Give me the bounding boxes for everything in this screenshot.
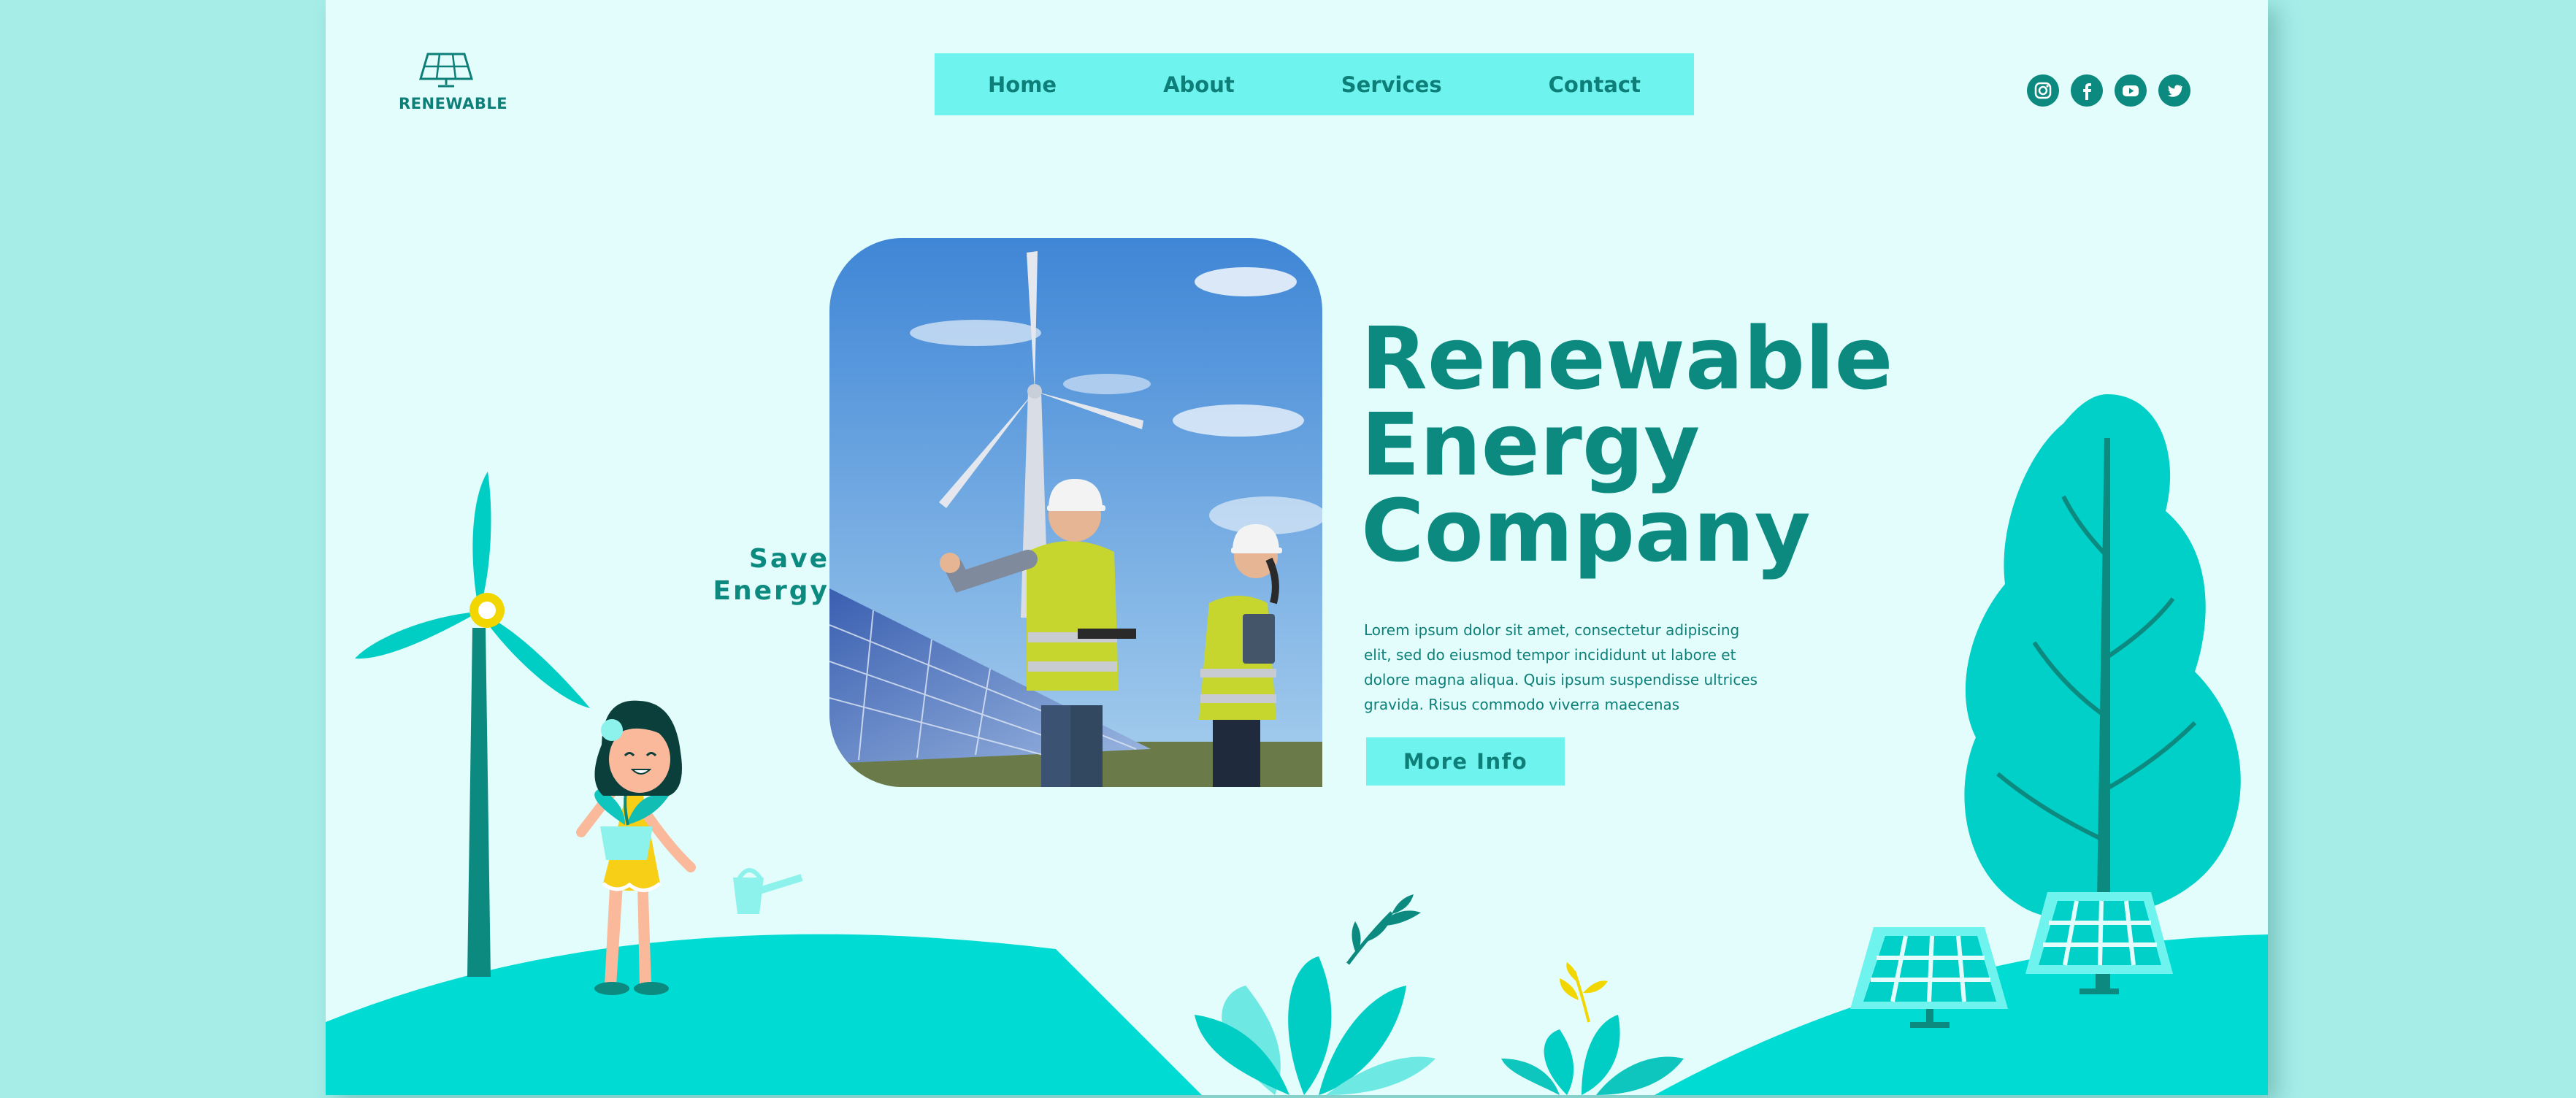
- landing-page: RENEWABLE Home About Services Contact Sa…: [326, 0, 2268, 1095]
- left-hill: [326, 934, 1202, 1095]
- nav-services[interactable]: Services: [1341, 72, 1442, 97]
- main-nav: Home About Services Contact: [935, 53, 1694, 115]
- social-links: [2027, 74, 2190, 107]
- title-line-1: Renewable: [1361, 308, 1893, 409]
- plant-leaves-illustration: [1195, 894, 1684, 1095]
- twitter-icon[interactable]: [2158, 74, 2190, 107]
- hero-description: Lorem ipsum dolor sit amet, consectetur …: [1364, 621, 1758, 713]
- nav-about[interactable]: About: [1163, 72, 1235, 97]
- workers-wind-farm-photo: [829, 238, 1322, 787]
- right-hill: [1655, 934, 2268, 1095]
- solar-panel-illustration-2: [2025, 892, 2173, 994]
- brand-logo[interactable]: RENEWABLE: [399, 53, 508, 112]
- tree-illustration: [1964, 394, 2241, 993]
- wind-turbine-illustration: [355, 472, 590, 977]
- youtube-icon[interactable]: [2115, 74, 2147, 107]
- girl-illustration: [576, 700, 803, 995]
- brand-name: RENEWABLE: [399, 95, 508, 112]
- title-line-2: Energy: [1361, 394, 1701, 495]
- tagline-line-2: Energy: [713, 576, 829, 606]
- hero-image: [829, 238, 1322, 787]
- page-title: Renewable Energy Company: [1361, 315, 1893, 574]
- nav-home[interactable]: Home: [988, 72, 1057, 97]
- nav-contact[interactable]: Contact: [1549, 72, 1641, 97]
- title-line-3: Company: [1361, 480, 1811, 581]
- tagline: Save Energy: [669, 543, 829, 607]
- instagram-icon[interactable]: [2027, 74, 2059, 107]
- more-info-button[interactable]: More Info: [1366, 737, 1565, 786]
- tagline-line-1: Save: [748, 544, 829, 574]
- facebook-icon[interactable]: [2071, 74, 2103, 107]
- solar-panel-icon: [419, 53, 473, 88]
- solar-panel-illustration-1: [1850, 927, 2008, 1028]
